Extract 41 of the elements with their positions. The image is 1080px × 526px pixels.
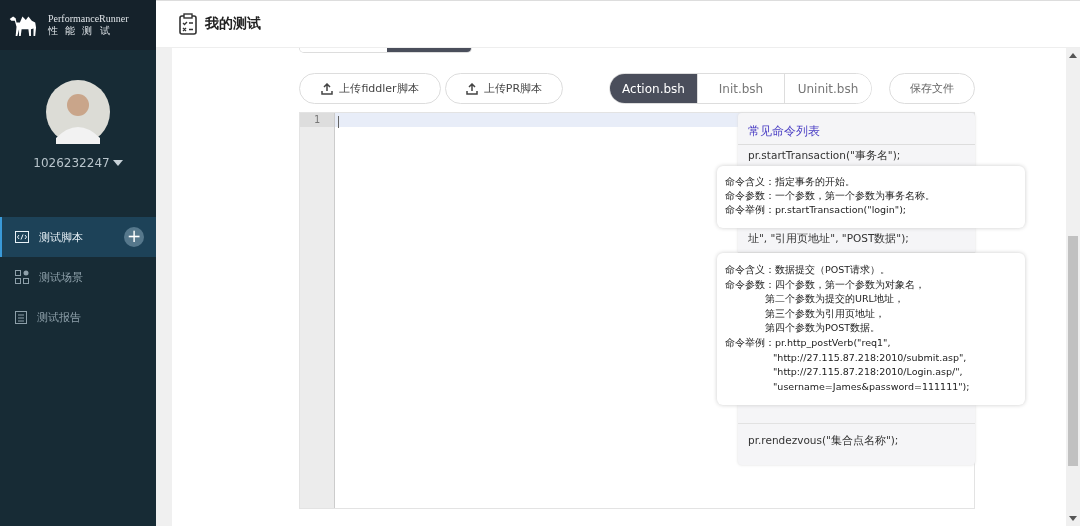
blocks-icon [15, 270, 29, 284]
upload-icon [321, 82, 334, 95]
upload-button[interactable]: 上传PR脚本 [445, 73, 563, 104]
sidebar-item[interactable]: 测试场景 [0, 257, 156, 297]
page-title: 我的测试 [205, 15, 261, 33]
checklist-icon [179, 13, 197, 35]
user-name[interactable]: 1026232247 [33, 156, 110, 170]
file-tab[interactable]: Action.bsh [610, 74, 697, 103]
file-tab[interactable]: Uninit.bsh [784, 74, 871, 103]
upload-icon [465, 82, 478, 95]
tooltip-line: 命令含义：数据提交（POST请求）。 [725, 263, 892, 277]
scrollbar[interactable] [1066, 48, 1080, 526]
segmented-control[interactable] [299, 48, 472, 53]
upload-button[interactable]: 上传fiddler脚本 [299, 73, 441, 104]
command-item[interactable]: pr.rendezvous("集合点名称"); [738, 424, 975, 452]
tooltip-line: 命令举例：pr.startTransaction("login"); [725, 203, 908, 217]
brand-name: PerformanceRunner [48, 12, 129, 24]
scroll-down-icon[interactable] [1069, 516, 1077, 521]
tooltip-line: 第二个参数为提交的URL地址， [764, 292, 905, 307]
sidebar-item[interactable]: 测试报告 [0, 297, 156, 337]
save-button[interactable]: 保存文件 [889, 73, 975, 104]
tooltip-line: 命令含义：指定事务的开始。 [725, 175, 856, 189]
tooltip-line: 命令举例：pr.http_postVerb("req1", [725, 335, 892, 350]
tooltip-line: "http://27.115.87.218:2010/Login.asp/", [772, 365, 964, 380]
tooltip-line: 第四个参数为POST数据。 [764, 321, 882, 336]
clipboard-icon [15, 310, 27, 324]
code-icon [15, 231, 29, 243]
avatar[interactable] [46, 80, 110, 144]
tooltip-line: 第三个参数为引用页地址， [764, 306, 886, 321]
brand-subtitle: 性 能 测 试 [48, 23, 113, 38]
sidebar-item[interactable]: 测试脚本 + [0, 217, 156, 257]
tooltip-line: "username=James&password=111111"); [772, 379, 971, 394]
tooltip-line: 命令参数：四个参数，第一个参数为对象名， [725, 277, 926, 292]
scroll-up-icon[interactable] [1069, 53, 1077, 58]
caret-icon[interactable] [112, 160, 123, 166]
tooltip-line: "http://27.115.87.218:2010/submit.asp", [772, 350, 968, 365]
line-number: 1 [300, 113, 334, 127]
panel-title: 常见命令列表 [738, 113, 975, 145]
tooltip-line: 命令参数：一个参数，第一个参数为事务名称。 [725, 189, 936, 203]
scroll-thumb[interactable] [1068, 236, 1078, 466]
add-button[interactable]: + [124, 227, 144, 247]
